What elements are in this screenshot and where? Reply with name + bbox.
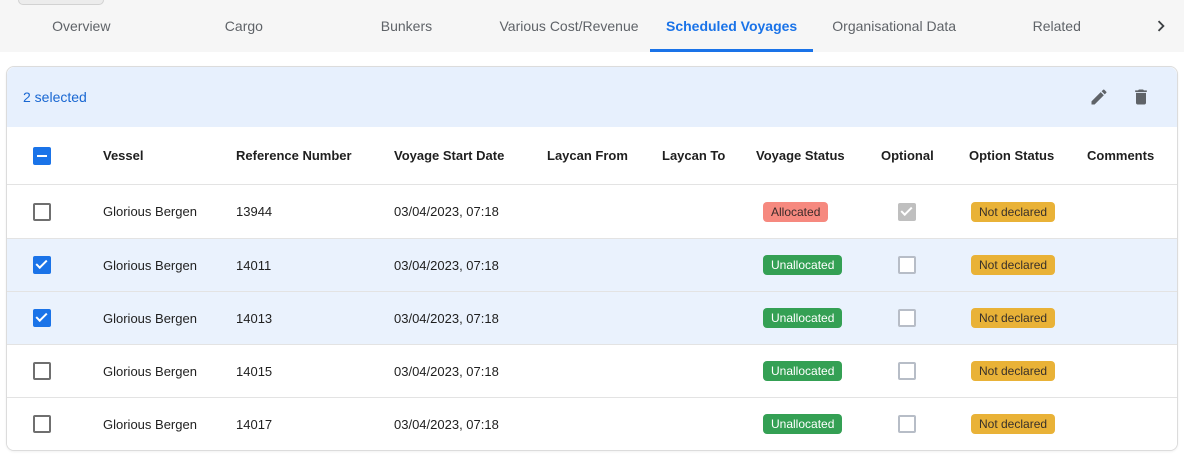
tab-scheduled-voyages[interactable]: Scheduled Voyages [650, 0, 813, 52]
voyage-start-date-cell: 03/04/2023, 07:18 [388, 258, 541, 273]
optional-checkbox[interactable] [898, 256, 916, 274]
voyage-status-cell: Unallocated [750, 414, 875, 434]
row-checkbox-cell [7, 256, 97, 274]
optional-cell [875, 256, 963, 274]
optional-checkbox[interactable] [898, 203, 916, 221]
delete-button[interactable] [1129, 85, 1153, 109]
vessel-cell: Glorious Bergen [97, 364, 230, 379]
voyage-status-cell: Unallocated [750, 255, 875, 275]
chevron-right-icon [1150, 15, 1172, 37]
reference-number-cell: 14013 [230, 311, 388, 326]
voyage-status-badge: Unallocated [763, 255, 842, 275]
tab-related[interactable]: Related [975, 0, 1138, 52]
optional-checkbox[interactable] [898, 309, 916, 327]
option-status-cell: Not declared [963, 202, 1081, 222]
tab-label: Bunkers [381, 18, 432, 34]
row-checkbox[interactable] [33, 256, 51, 274]
select-all-checkbox[interactable] [33, 147, 51, 165]
column-header-reference-number: Reference Number [230, 148, 388, 163]
select-all-cell [7, 147, 97, 165]
tab-label: Organisational Data [832, 18, 956, 34]
table-body: Glorious Bergen 13944 03/04/2023, 07:18 … [7, 185, 1177, 450]
option-status-cell: Not declared [963, 255, 1081, 275]
tab-bar-tabs: Overview Cargo Bunkers Various Cost/Reve… [0, 0, 1138, 52]
table-row[interactable]: Glorious Bergen 14011 03/04/2023, 07:18 … [7, 238, 1177, 291]
optional-cell [875, 415, 963, 433]
voyage-start-date-cell: 03/04/2023, 07:18 [388, 364, 541, 379]
edit-button[interactable] [1087, 85, 1111, 109]
tab-various-cost-revenue[interactable]: Various Cost/Revenue [488, 0, 651, 52]
column-header-laycan-to: Laycan To [656, 148, 750, 163]
voyage-start-date-cell: 03/04/2023, 07:18 [388, 311, 541, 326]
voyage-status-badge: Unallocated [763, 361, 842, 381]
column-header-voyage-start-date: Voyage Start Date [388, 148, 541, 163]
column-header-voyage-status: Voyage Status [750, 148, 875, 163]
row-checkbox-cell [7, 415, 97, 433]
tab-bunkers[interactable]: Bunkers [325, 0, 488, 52]
tab-overflow-button[interactable] [1138, 0, 1184, 52]
trash-icon [1131, 87, 1151, 107]
voyage-status-badge: Unallocated [763, 308, 842, 328]
table-row[interactable]: Glorious Bergen 14015 03/04/2023, 07:18 … [7, 344, 1177, 397]
selection-toolbar: 2 selected [7, 67, 1177, 127]
voyage-start-date-cell: 03/04/2023, 07:18 [388, 417, 541, 432]
column-header-laycan-from: Laycan From [541, 148, 656, 163]
reference-number-cell: 14011 [230, 258, 388, 273]
optional-checkbox[interactable] [898, 362, 916, 380]
option-status-badge: Not declared [971, 414, 1055, 434]
reference-number-cell: 13944 [230, 204, 388, 219]
reference-number-cell: 14017 [230, 417, 388, 432]
vessel-cell: Glorious Bergen [97, 417, 230, 432]
tab-label: Various Cost/Revenue [500, 18, 639, 34]
voyage-status-cell: Unallocated [750, 361, 875, 381]
voyage-status-cell: Unallocated [750, 308, 875, 328]
column-header-option-status: Option Status [963, 148, 1081, 163]
vessel-cell: Glorious Bergen [97, 311, 230, 326]
tab-overview[interactable]: Overview [0, 0, 163, 52]
scheduled-voyages-panel: 2 selected VesselReference NumberVoyage … [6, 66, 1178, 451]
option-status-cell: Not declared [963, 414, 1081, 434]
tab-label: Scheduled Voyages [666, 18, 797, 34]
row-checkbox-cell [7, 362, 97, 380]
tab-label: Related [1033, 18, 1081, 34]
voyage-start-date-cell: 03/04/2023, 07:18 [388, 204, 541, 219]
tab-bar: Overview Cargo Bunkers Various Cost/Reve… [0, 0, 1184, 52]
vessel-cell: Glorious Bergen [97, 258, 230, 273]
optional-cell [875, 203, 963, 221]
option-status-cell: Not declared [963, 308, 1081, 328]
row-checkbox[interactable] [33, 203, 51, 221]
table-header-row: VesselReference NumberVoyage Start DateL… [7, 127, 1177, 185]
pencil-icon [1089, 87, 1109, 107]
optional-checkbox[interactable] [898, 415, 916, 433]
table-row[interactable]: Glorious Bergen 13944 03/04/2023, 07:18 … [7, 185, 1177, 238]
voyage-status-badge: Allocated [763, 202, 828, 222]
reference-number-cell: 14015 [230, 364, 388, 379]
voyage-status-cell: Allocated [750, 202, 875, 222]
column-header-vessel: Vessel [97, 148, 230, 163]
optional-cell [875, 309, 963, 327]
table-row[interactable]: Glorious Bergen 14017 03/04/2023, 07:18 … [7, 397, 1177, 450]
tab-label: Cargo [225, 18, 263, 34]
row-checkbox-cell [7, 309, 97, 327]
vessel-cell: Glorious Bergen [97, 204, 230, 219]
selection-actions [1087, 85, 1153, 109]
option-status-badge: Not declared [971, 255, 1055, 275]
row-checkbox-cell [7, 203, 97, 221]
row-checkbox[interactable] [33, 309, 51, 327]
option-status-cell: Not declared [963, 361, 1081, 381]
column-header-optional: Optional [875, 148, 963, 163]
column-header-comments: Comments [1081, 148, 1177, 163]
voyage-status-badge: Unallocated [763, 414, 842, 434]
selected-count-label: 2 selected [23, 89, 87, 105]
option-status-badge: Not declared [971, 202, 1055, 222]
option-status-badge: Not declared [971, 361, 1055, 381]
tab-organisational-data[interactable]: Organisational Data [813, 0, 976, 52]
row-checkbox[interactable] [33, 415, 51, 433]
tab-label: Overview [52, 18, 110, 34]
optional-cell [875, 362, 963, 380]
row-checkbox[interactable] [33, 362, 51, 380]
table-row[interactable]: Glorious Bergen 14013 03/04/2023, 07:18 … [7, 291, 1177, 344]
option-status-badge: Not declared [971, 308, 1055, 328]
tab-cargo[interactable]: Cargo [163, 0, 326, 52]
